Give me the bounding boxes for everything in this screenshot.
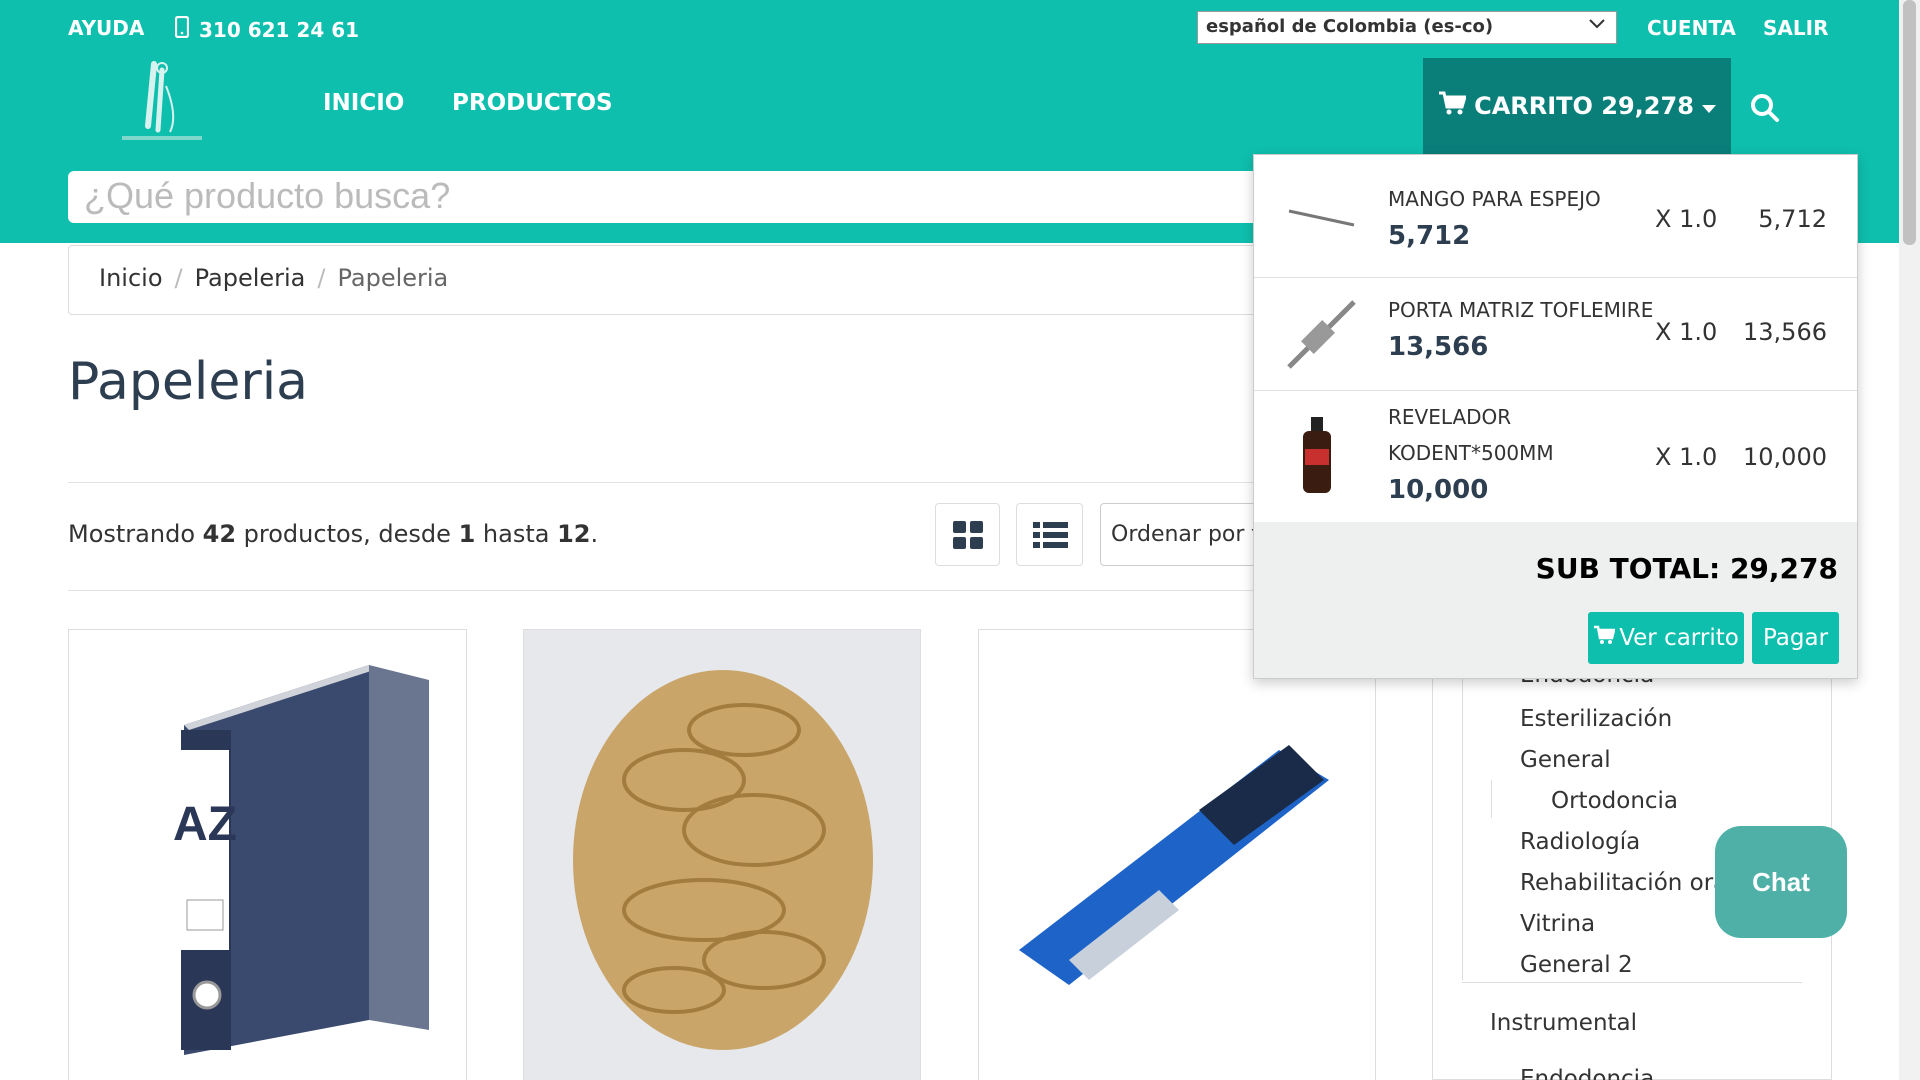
list-icon [1033,522,1068,548]
sidebar-section-instrumental[interactable]: Instrumental [1490,1010,1637,1036]
grid-view-button[interactable] [935,503,1000,566]
cart-item-price: 5,712 [1388,221,1471,251]
sidebar-item-ortodoncia[interactable]: Ortodoncia [1551,788,1678,814]
sidebar-item-general[interactable]: General [1520,747,1611,773]
view-cart-label: Ver carrito [1619,625,1739,651]
cart-item[interactable]: REVELADOR KODENT*500MM 10,000 X 1.0 10,0… [1254,391,1857,522]
cart-item-price: 10,000 [1388,475,1489,505]
mobile-phone-icon [174,15,190,43]
product-card[interactable] [523,629,921,1080]
nav-products[interactable]: PRODUCTOS [452,90,613,116]
svg-text:AZ: AZ [173,798,237,851]
product-image [979,630,1375,1080]
cart-button[interactable]: CARRITO 29,278 [1423,58,1731,154]
account-link[interactable]: CUENTA [1647,16,1736,40]
sidebar-subtree-line [1491,780,1492,818]
cart-label: CARRITO 29,278 [1474,92,1694,120]
chat-button[interactable]: Chat [1715,826,1847,938]
cart-item-price: 13,566 [1388,332,1489,362]
breadcrumb-current: Papeleria [337,264,449,292]
cart-item-qty: X 1.0 [1655,318,1718,346]
cart-item-total: 5,712 [1758,205,1827,233]
divider [1462,982,1802,983]
language-select[interactable]: español de Colombia (es-co) [1197,11,1617,44]
logout-link[interactable]: SALIR [1763,16,1828,40]
help-link[interactable]: AYUDA [68,16,144,40]
cart-item-name: MANGO PARA ESPEJO [1388,187,1601,211]
page-title: Papeleria [68,352,309,412]
divider [68,482,1268,483]
phone-link[interactable]: 310 621 24 61 [174,15,360,43]
product-thumbnail [1287,300,1356,369]
list-view-button[interactable] [1016,503,1083,566]
product-thumbnail [1303,417,1331,493]
shopping-cart-icon [1438,91,1468,121]
search-icon[interactable] [1750,93,1780,123]
product-image [524,630,920,1080]
cart-item-total: 13,566 [1743,318,1827,346]
sidebar-item-general-2[interactable]: General 2 [1520,952,1633,978]
cart-item-total: 10,000 [1743,443,1827,471]
breadcrumb-home[interactable]: Inicio [99,264,163,292]
breadcrumb-separator: / [317,264,326,292]
sidebar-item-endodoncia-2[interactable]: Endodoncia [1520,1066,1654,1080]
shopping-cart-icon [1593,625,1616,651]
breadcrumb: Inicio / Papeleria / Papeleria [68,245,1268,315]
grid-icon [953,521,983,549]
product-card[interactable] [978,629,1376,1080]
search-input[interactable]: ¿Qué producto busca? [68,171,1268,223]
product-image: AZ [69,630,466,1080]
results-summary: Mostrando 42 productos, desde 1 hasta 12… [68,520,599,548]
cart-footer: SUB TOTAL: 29,278 Ver carrito Pagar [1254,522,1857,678]
site-logo[interactable] [112,56,212,146]
product-card[interactable]: AZ [68,629,467,1080]
sidebar-item-esterilizacion[interactable]: Esterilización [1520,706,1672,732]
breadcrumb-category[interactable]: Papeleria [195,264,306,292]
sidebar-item-radiologia[interactable]: Radiología [1520,829,1640,855]
cart-item-name-line1: REVELADOR [1388,405,1512,429]
cart-item-qty: X 1.0 [1655,205,1718,233]
cart-dropdown: MANGO PARA ESPEJO 5,712 X 1.0 5,712 PORT… [1253,154,1858,679]
divider [68,590,1268,591]
cart-item-name: PORTA MATRIZ TOFLEMIRE [1388,298,1654,322]
chevron-down-icon [1588,16,1606,35]
cart-item-qty: X 1.0 [1655,443,1718,471]
cart-item[interactable]: PORTA MATRIZ TOFLEMIRE 13,566 X 1.0 13,5… [1254,278,1857,391]
results-to: 12 [557,520,591,548]
nav-home[interactable]: INICIO [323,90,404,116]
phone-number: 310 621 24 61 [199,17,360,42]
cart-item[interactable]: MANGO PARA ESPEJO 5,712 X 1.0 5,712 [1254,155,1857,278]
sidebar-item-vitrina[interactable]: Vitrina [1520,911,1595,937]
breadcrumb-separator: / [174,264,183,292]
results-count: 42 [202,520,237,548]
product-thumbnail [1288,209,1355,227]
sidebar-item-rehabilitacion-oral[interactable]: Rehabilitación oral [1520,870,1734,896]
caret-down-icon [1701,92,1716,120]
cart-item-name-line2: KODENT*500MM [1388,441,1554,465]
pay-button[interactable]: Pagar [1752,612,1839,664]
cart-subtotal: SUB TOTAL: 29,278 [1535,552,1838,585]
language-value: español de Colombia (es-co) [1206,16,1494,37]
results-from: 1 [458,520,476,548]
view-cart-button[interactable]: Ver carrito [1588,612,1744,664]
scrollbar-thumb[interactable] [1903,0,1916,245]
